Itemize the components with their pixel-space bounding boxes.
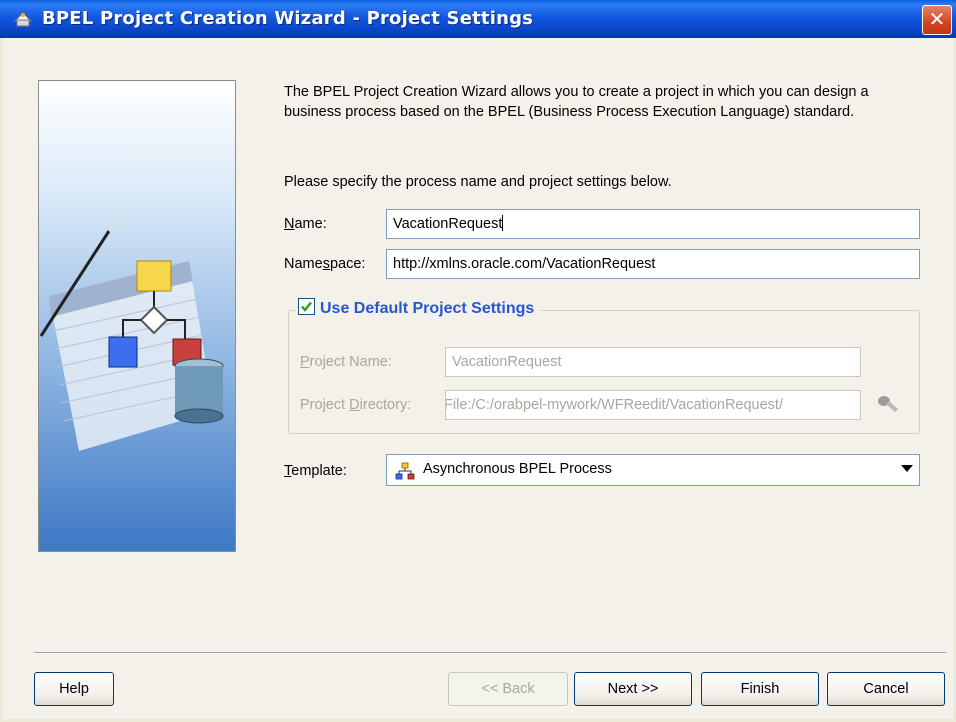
template-label: Template:	[284, 463, 347, 479]
namespace-label: Namespace:	[284, 256, 365, 272]
window-title: BPEL Project Creation Wizard - Project S…	[42, 8, 534, 29]
namespace-label-pre: Name	[284, 256, 323, 272]
project-name-label: Project Name:	[300, 354, 392, 370]
next-button[interactable]: Next >>	[574, 672, 692, 706]
name-label-mnemonic: N	[284, 216, 295, 232]
namespace-label-post: pace:	[329, 256, 366, 272]
name-label-post: ame:	[294, 216, 327, 232]
namespace-input-value: http://xmlns.oracle.com/VacationRequest	[393, 256, 656, 272]
cancel-button[interactable]: Cancel	[827, 672, 945, 706]
template-label-post: emplate:	[291, 463, 347, 479]
process-diagram-icon	[395, 462, 415, 480]
name-input[interactable]: VacationRequest	[386, 209, 920, 239]
project-directory-label-post: irectory:	[359, 397, 412, 413]
footer-divider	[34, 652, 946, 654]
namespace-input[interactable]: http://xmlns.oracle.com/VacationRequest	[386, 249, 920, 279]
chevron-down-icon[interactable]	[901, 465, 913, 472]
project-name-input: VacationRequest	[445, 347, 861, 377]
text-caret	[502, 215, 504, 231]
project-directory-label-mnemonic: D	[349, 397, 360, 413]
name-label: Name:	[284, 216, 327, 232]
flashlight-icon	[878, 396, 898, 412]
project-directory-label-pre: Project	[300, 397, 350, 413]
use-default-settings-label: Use Default Project Settings	[320, 300, 535, 317]
namespace-label-mnemonic: s	[322, 256, 330, 272]
project-directory-input: File:/C:/orabpel-mywork/WFReedit/Vacatio…	[445, 390, 861, 420]
project-name-input-value: VacationRequest	[452, 354, 562, 370]
wizard-banner-image	[38, 80, 236, 552]
wizard-illustration	[39, 215, 224, 451]
bpel-wizard-icon	[13, 12, 33, 27]
help-button[interactable]: Help	[34, 672, 114, 706]
checkbox-checked-icon[interactable]	[298, 298, 315, 315]
close-icon: ✕	[928, 7, 946, 31]
project-directory-label: Project Directory:	[300, 397, 411, 413]
name-input-value: VacationRequest	[393, 216, 503, 232]
back-button[interactable]: << Back	[448, 672, 568, 706]
intro-paragraph: The BPEL Project Creation Wizard allows …	[284, 84, 869, 120]
finish-button[interactable]: Finish	[701, 672, 819, 706]
close-button[interactable]: ✕	[922, 5, 952, 35]
project-name-label-post: roject Name:	[309, 354, 392, 370]
use-default-settings-checkbox[interactable]: Use Default Project Settings	[296, 298, 541, 318]
project-directory-input-value: File:/C:/orabpel-mywork/WFReedit/Vacatio…	[445, 397, 783, 413]
project-name-label-mnemonic: P	[300, 354, 310, 370]
template-selected-value: Asynchronous BPEL Process	[423, 461, 612, 477]
title-bar[interactable]: BPEL Project Creation Wizard - Project S…	[0, 0, 956, 38]
instruction-text: Please specify the process name and proj…	[284, 174, 672, 190]
template-dropdown[interactable]: Asynchronous BPEL Process	[386, 454, 920, 486]
